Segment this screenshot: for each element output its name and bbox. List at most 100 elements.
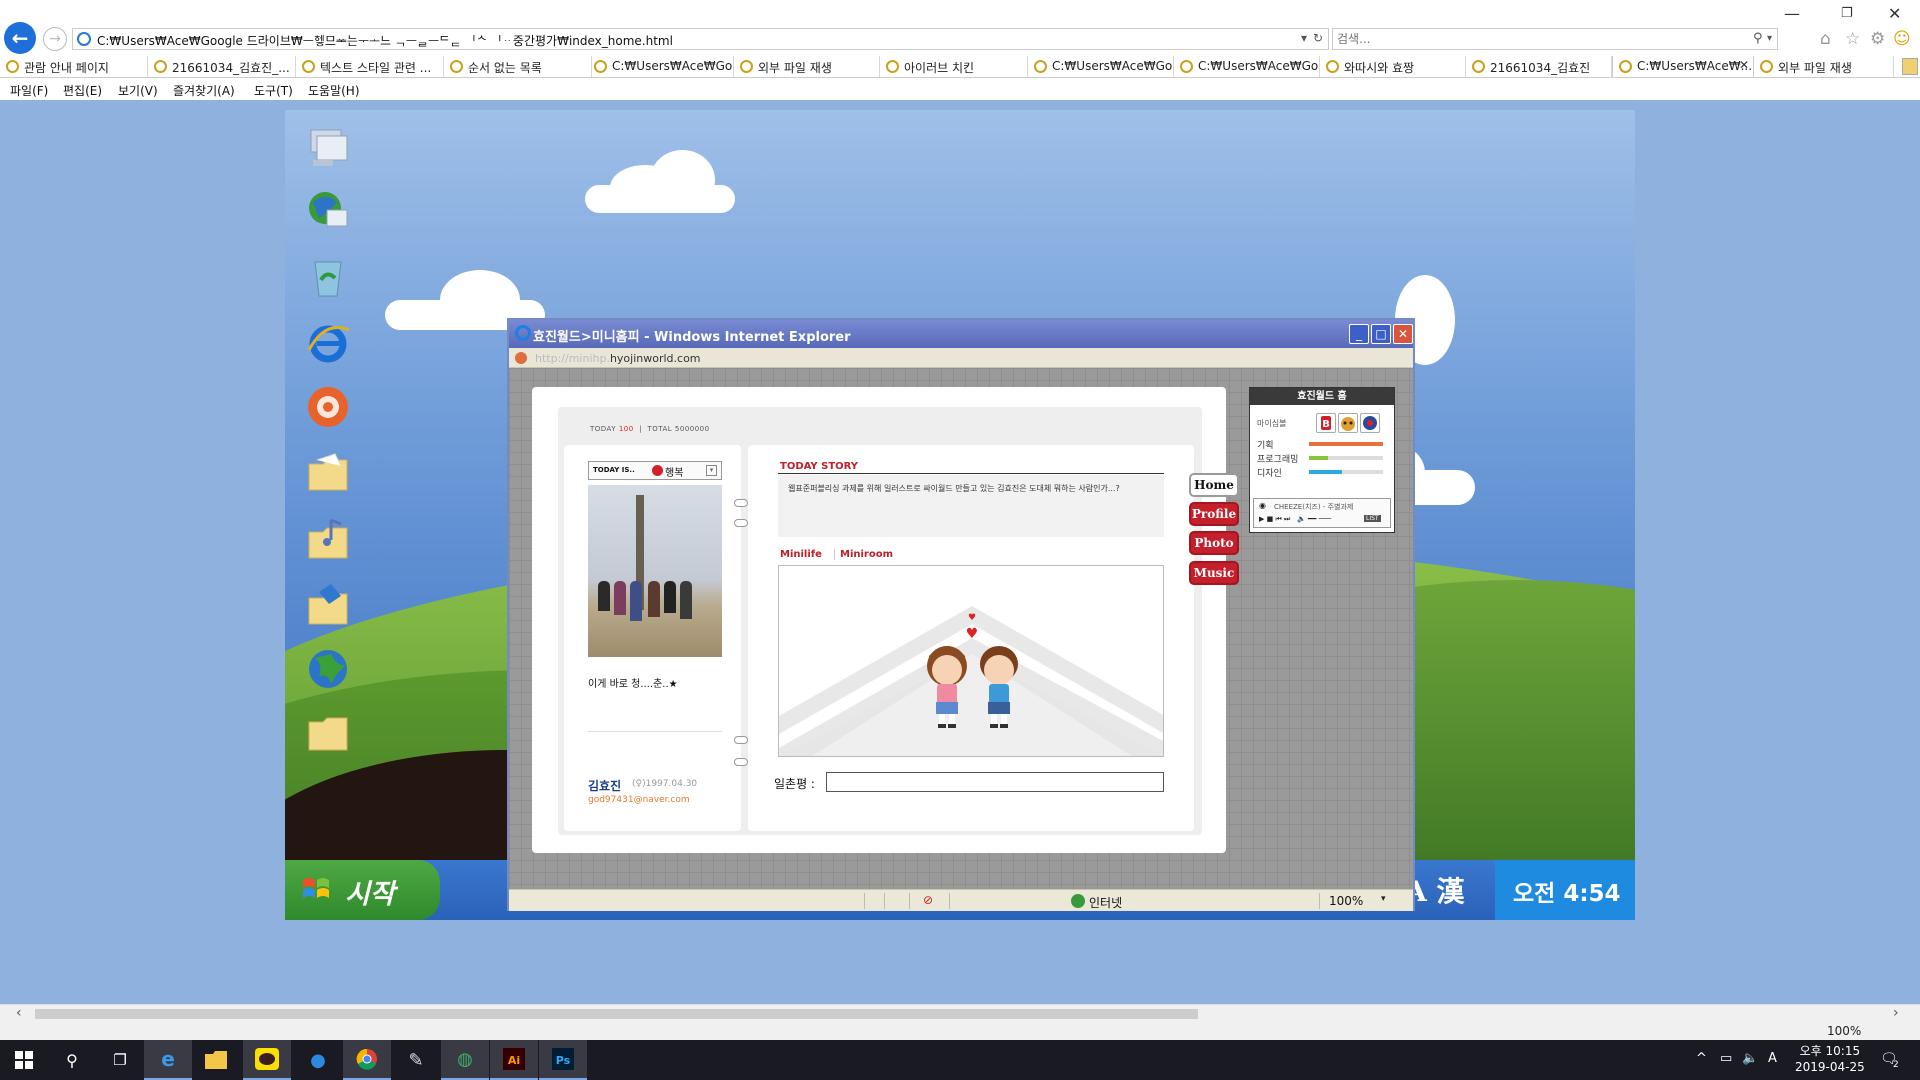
network-icon[interactable] xyxy=(305,188,351,234)
task-view-button[interactable]: ❐ xyxy=(96,1040,144,1080)
scroll-left-icon[interactable]: ‹ xyxy=(16,1005,22,1021)
restore-button[interactable]: ❐ xyxy=(1841,6,1853,21)
tab[interactable]: 외부 파일 재생 xyxy=(1754,56,1894,77)
owner-email-link[interactable]: god97431@naver.com xyxy=(588,795,690,805)
forward-button[interactable]: → xyxy=(43,27,67,51)
favorites-star-icon[interactable]: ☆ xyxy=(1845,29,1860,49)
volume-icon[interactable]: 🔈 xyxy=(1742,1051,1758,1066)
globe-icon[interactable] xyxy=(305,646,351,692)
search-bar[interactable]: ⚲ ▾ xyxy=(1332,28,1778,50)
tab-miniroom[interactable]: Miniroom xyxy=(840,549,893,560)
menu-view[interactable]: 보기(V) xyxy=(118,82,158,99)
start-button[interactable] xyxy=(0,1040,48,1080)
symbol-emblem-icon[interactable] xyxy=(1360,413,1380,433)
symbol-cow-icon[interactable] xyxy=(1338,413,1358,433)
mood-selector[interactable]: TODAY IS.. 행복 ▾ xyxy=(588,461,722,480)
nav-home-button[interactable]: Home xyxy=(1189,473,1239,497)
ime-indicator[interactable]: A xyxy=(1768,1051,1777,1066)
tab[interactable]: C:₩Users₩Ace₩Goo... xyxy=(1028,56,1174,77)
symbol-badge-icon[interactable]: B xyxy=(1316,413,1336,433)
taskbar-app-kakaotalk[interactable] xyxy=(243,1040,291,1080)
tab[interactable]: 텍스트 스타일 관련 ... xyxy=(296,56,444,77)
tab[interactable]: 외부 파일 재생 xyxy=(734,56,880,77)
zoom-dropdown-icon[interactable]: ▾ xyxy=(1381,894,1386,904)
my-computer-icon[interactable] xyxy=(305,124,351,170)
window-address-bar[interactable]: http://minihp.hyojinworld.com xyxy=(509,348,1413,368)
taskbar-app-illustrator[interactable]: Ai xyxy=(490,1040,538,1080)
chevron-down-icon[interactable]: ▾ xyxy=(706,465,717,476)
search-icon[interactable]: ⚲ xyxy=(1753,31,1763,46)
window-minimize-button[interactable]: _ xyxy=(1349,324,1369,344)
close-tab-icon[interactable]: ✕ xyxy=(1739,58,1749,72)
folder-icon[interactable] xyxy=(305,710,351,756)
tab[interactable]: 21661034_김효진_... xyxy=(148,56,296,77)
zoom-level[interactable]: 100% xyxy=(1329,894,1363,908)
taskbar-app-paint[interactable]: ✎ xyxy=(392,1040,440,1080)
search-icon: ⚲ xyxy=(66,1050,78,1070)
address-bar[interactable]: C:₩Users₩Ace₩Google 드라이브₩ᅳ헤ᇹ므ᆇ는ᅮᅩ느 ᆨᅳᆯᅳᄃ… xyxy=(72,28,1329,50)
tab-minilife[interactable]: Minilife xyxy=(780,549,822,560)
smiley-feedback-icon[interactable]: ☺ xyxy=(1893,29,1911,49)
search-button[interactable]: ⚲ xyxy=(48,1040,96,1080)
taskbar-app-messenger[interactable]: ● xyxy=(294,1040,342,1080)
tab[interactable]: 아이러브 치킨 xyxy=(880,56,1028,77)
tab-label: C:₩Users₩Ace₩Goo... xyxy=(1052,59,1173,73)
minimize-button[interactable]: — xyxy=(1784,4,1800,23)
tab[interactable]: 관람 안내 페이지 xyxy=(0,56,148,77)
refresh-icon[interactable]: ↻ xyxy=(1313,31,1323,45)
window-titlebar[interactable]: 효진월드>미니홈피 - Windows Internet Explorer _ … xyxy=(509,320,1413,348)
settings-gear-icon[interactable]: ⚙ xyxy=(1870,29,1885,49)
nav-photo-button[interactable]: Photo xyxy=(1189,531,1239,555)
taskbar-app-photoshop[interactable]: Ps xyxy=(539,1040,587,1080)
scroll-right-icon[interactable]: › xyxy=(1893,1005,1899,1021)
player-controls[interactable]: ▶ ■ ⏮ ⏭ 🔈 ━━ ─── xyxy=(1259,515,1331,524)
tray-clock[interactable]: 오후 10:15 2019-04-25 xyxy=(1795,1043,1865,1075)
browser-zoom-level[interactable]: 100% xyxy=(1827,1024,1861,1038)
start-button[interactable]: 시작 xyxy=(285,860,440,920)
blocked-icon[interactable]: ⊘ xyxy=(923,893,933,907)
tab[interactable]: 와따시와 효짱 xyxy=(1320,56,1466,77)
internet-explorer-icon[interactable] xyxy=(305,320,351,366)
taskbar-app-web[interactable]: ◍ xyxy=(441,1040,489,1080)
folder-icon[interactable] xyxy=(305,450,351,496)
tab[interactable]: C:₩Users₩Ace₩Goo... xyxy=(1174,56,1320,77)
address-dropdown-icon[interactable]: ▾ xyxy=(1301,31,1307,45)
tab[interactable]: 순서 없는 목록 xyxy=(444,56,592,77)
search-input[interactable] xyxy=(1337,31,1717,47)
tab-active[interactable]: C:₩Users₩Ace₩... ✕ xyxy=(1612,56,1754,77)
window-maximize-button[interactable]: □ xyxy=(1371,324,1391,344)
window-close-button[interactable]: ✕ xyxy=(1393,324,1413,344)
search-dropdown-icon[interactable]: ▾ xyxy=(1767,33,1772,44)
back-button[interactable]: ← xyxy=(4,22,36,54)
menu-favorites[interactable]: 즐겨찾기(A) xyxy=(173,82,235,99)
recycle-bin-icon[interactable] xyxy=(305,254,351,300)
task-view-icon: ❐ xyxy=(113,1051,127,1069)
horizontal-scrollbar[interactable]: ‹ › xyxy=(0,1004,1920,1022)
music-folder-icon[interactable] xyxy=(305,516,351,562)
tab[interactable]: C:₩Users₩Ace₩Goo... xyxy=(588,56,734,77)
taskbar-app-explorer[interactable] xyxy=(192,1040,240,1080)
side-panel-title: 효진월드 홈 xyxy=(1250,388,1394,405)
nav-profile-button[interactable]: Profile xyxy=(1189,502,1239,526)
taskbar-app-ie[interactable]: e xyxy=(144,1040,192,1080)
ie-page-icon xyxy=(302,60,315,73)
tab[interactable]: 21661034_김효진 xyxy=(1466,56,1612,77)
tab-label: C:₩Users₩Ace₩Goo... xyxy=(612,59,733,73)
nav-music-button[interactable]: Music xyxy=(1189,561,1239,585)
taskbar-app-chrome[interactable] xyxy=(343,1040,391,1080)
menu-help[interactable]: 도움말(H) xyxy=(308,82,360,99)
home-icon[interactable]: ⌂ xyxy=(1820,29,1831,49)
new-tab-button[interactable] xyxy=(1902,58,1918,75)
scrollbar-thumb[interactable] xyxy=(35,1009,1198,1019)
guestbook-input[interactable] xyxy=(826,772,1164,792)
close-window-button[interactable]: ✕ xyxy=(1888,4,1901,23)
media-icon[interactable] xyxy=(305,384,351,430)
menu-file[interactable]: 파일(F) xyxy=(10,82,48,99)
tray-expand-icon[interactable]: ^ xyxy=(1696,1051,1707,1066)
playlist-button[interactable]: LIST xyxy=(1364,515,1381,522)
clock: 오전 4:54 xyxy=(1513,881,1621,907)
network-icon[interactable]: ▭ xyxy=(1720,1051,1732,1066)
menu-edit[interactable]: 편집(E) xyxy=(63,82,102,99)
menu-tools[interactable]: 도구(T) xyxy=(254,82,293,99)
shared-folder-icon[interactable] xyxy=(305,582,351,628)
